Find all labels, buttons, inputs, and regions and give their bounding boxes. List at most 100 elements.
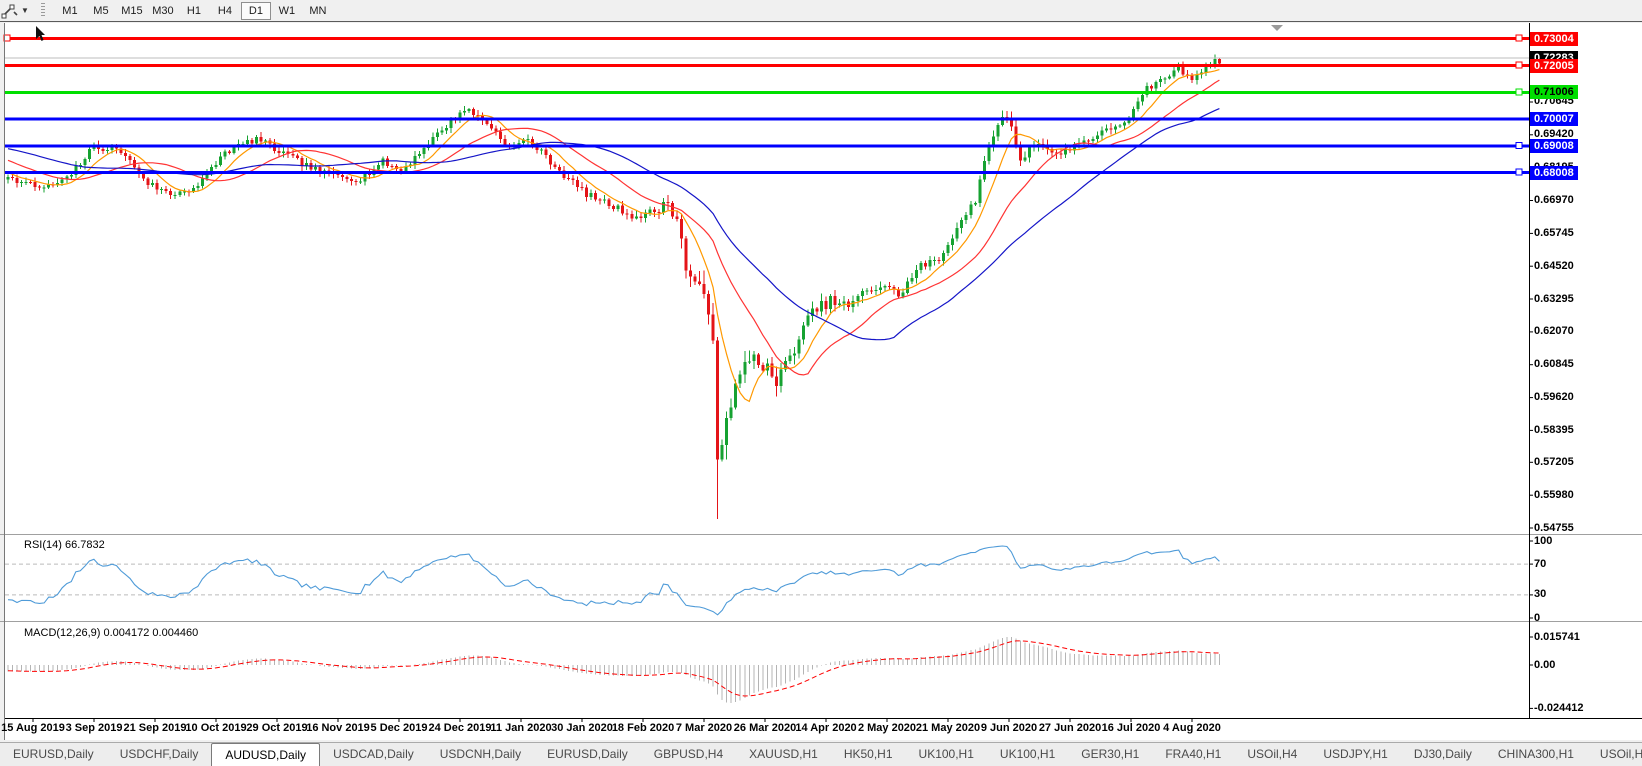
timeframe-toolbar: ▼ M1M5M15M30H1H4D1W1MN — [0, 0, 1642, 22]
timeframe-buttons: M1M5M15M30H1H4D1W1MN — [55, 2, 334, 20]
rsi-scale-label: 70 — [1534, 558, 1546, 571]
x-axis-label: 16 Nov 2019 — [306, 722, 370, 734]
line-handle[interactable] — [1516, 169, 1522, 175]
timeframe-button-h4[interactable]: H4 — [210, 2, 240, 20]
y-axis-tick-label: 0.64520 — [1534, 260, 1574, 273]
chevron-down-icon[interactable]: ▼ — [21, 6, 29, 15]
timeframe-button-m15[interactable]: M15 — [117, 2, 147, 20]
line-handle[interactable] — [4, 35, 10, 41]
macd-signal-line — [8, 641, 1219, 696]
x-axis-label: 21 May 2020 — [916, 722, 980, 734]
chart-background — [5, 23, 1642, 718]
y-axis-tick-label: 0.66970 — [1534, 194, 1574, 207]
tab-usoil-h1[interactable]: USOil,H1 — [1587, 743, 1642, 766]
price-line-badge: 0.71006 — [1530, 85, 1578, 99]
macd-scale-label: 0.00 — [1534, 659, 1555, 672]
x-axis-label: 29 Oct 2019 — [246, 722, 307, 734]
tab-hk50-h1[interactable]: HK50,H1 — [831, 743, 906, 766]
x-axis-label: 7 Mar 2020 — [676, 722, 732, 734]
y-axis-tick-label: 0.63295 — [1534, 293, 1574, 306]
tab-usoil-h4[interactable]: USOil,H4 — [1234, 743, 1310, 766]
x-axis-label: 24 Dec 2019 — [429, 722, 492, 734]
chart-shift-marker-icon[interactable] — [1271, 25, 1283, 31]
tab-usdcnh-daily[interactable]: USDCNH,Daily — [427, 743, 534, 766]
tab-eurusd-daily[interactable]: EURUSD,Daily — [0, 743, 107, 766]
macd-scale-label: -0.024412 — [1534, 702, 1584, 715]
macd-indicator-label: MACD(12,26,9) 0.004172 0.004460 — [24, 627, 198, 639]
chart-tab-bar: EURUSD,DailyUSDCHF,DailyAUDUSD,DailyUSDC… — [0, 742, 1642, 766]
toolbar-grip — [41, 3, 45, 18]
tab-usdjpy-h1[interactable]: USDJPY,H1 — [1310, 743, 1400, 766]
x-axis-label: 10 Oct 2019 — [185, 722, 246, 734]
x-axis-label: 11 Jan 2020 — [490, 722, 551, 734]
tab-audusd-daily[interactable]: AUDUSD,Daily — [211, 743, 320, 766]
candles — [7, 55, 1221, 519]
cursor-tool-icon[interactable] — [1, 3, 19, 19]
x-axis-label: 30 Jan 2020 — [551, 722, 613, 734]
rsi-scale-label: 30 — [1534, 588, 1546, 601]
rsi-scale-label: 100 — [1534, 535, 1552, 548]
tab-eurusd-daily[interactable]: EURUSD,Daily — [534, 743, 641, 766]
axis-overlay: 0.71870 0.70645 0.69420 0.68195 0.66970 0.657… — [0, 0, 1642, 766]
tab-ger30-h1[interactable]: GER30,H1 — [1068, 743, 1152, 766]
tab-usdchf-daily[interactable]: USDCHF,Daily — [107, 743, 212, 766]
y-axis-tick-label: 0.60845 — [1534, 358, 1574, 371]
ma-mid-line — [8, 80, 1219, 375]
x-axis-label: 27 Jun 2020 — [1039, 722, 1101, 734]
timeframe-button-w1[interactable]: W1 — [272, 2, 302, 20]
x-axis-label: 2 May 2020 — [858, 722, 916, 734]
y-axis-tick-label: 0.65745 — [1534, 227, 1574, 240]
line-handle[interactable] — [1516, 62, 1522, 68]
x-axis-label: 5 Dec 2019 — [371, 722, 428, 734]
y-axis-tick-label: 0.69420 — [1534, 128, 1574, 141]
x-axis-label: 26 Mar 2020 — [734, 722, 796, 734]
x-axis-label: 21 Sep 2019 — [124, 722, 187, 734]
ma-slow-line — [8, 109, 1219, 340]
timeframe-button-m5[interactable]: M5 — [86, 2, 116, 20]
trading-platform-window: ▼ M1M5M15M30H1H4D1W1MN AUDUSD,Daily0.721… — [0, 0, 1642, 766]
tab-gbpusd-h4[interactable]: GBPUSD,H4 — [641, 743, 736, 766]
timeframe-button-m1[interactable]: M1 — [55, 2, 85, 20]
timeframe-button-d1[interactable]: D1 — [241, 2, 271, 20]
y-axis-tick-label: 0.55980 — [1534, 489, 1574, 502]
tab-xauusd-h1[interactable]: XAUUSD,H1 — [736, 743, 831, 766]
y-axis-tick-label: 0.70645 — [1534, 95, 1574, 108]
x-axis-label: 18 Feb 2020 — [612, 722, 674, 734]
y-axis-tick-label: 0.54755 — [1534, 522, 1574, 535]
timeframe-button-m30[interactable]: M30 — [148, 2, 178, 20]
rsi-indicator-label: RSI(14) 66.7832 — [24, 539, 105, 551]
tab-dj30-daily[interactable]: DJ30,Daily — [1401, 743, 1485, 766]
tab-uk100-h1[interactable]: UK100,H1 — [906, 743, 987, 766]
price-line-badge: 0.68008 — [1530, 166, 1578, 180]
y-axis-tick-label: 0.59620 — [1534, 391, 1574, 404]
price-line-badge: 0.73004 — [1530, 32, 1578, 46]
time-axis-background — [5, 718, 1642, 740]
rsi-line — [8, 546, 1219, 615]
price-line-badge: 0.70007 — [1530, 112, 1578, 126]
line-handle[interactable] — [1516, 89, 1522, 95]
x-axis-label: 3 Sep 2019 — [66, 722, 123, 734]
timeframe-button-mn[interactable]: MN — [303, 2, 333, 20]
y-axis-tick-label: 0.71870 — [1534, 63, 1574, 76]
y-axis-tick-label: 0.58395 — [1534, 424, 1574, 437]
x-axis-label: 14 Apr 2020 — [795, 722, 856, 734]
y-axis-tick-label: 0.68195 — [1534, 161, 1574, 174]
line-handle[interactable] — [1516, 142, 1522, 148]
price-line-badge: 0.72005 — [1530, 59, 1578, 73]
tab-fra40-h1[interactable]: FRA40,H1 — [1152, 743, 1234, 766]
tab-usdcad-daily[interactable]: USDCAD,Daily — [320, 743, 427, 766]
x-axis-label: 9 Jun 2020 — [981, 722, 1037, 734]
y-axis-tick-label: 0.62070 — [1534, 325, 1574, 338]
tab-uk100-h1[interactable]: UK100,H1 — [987, 743, 1068, 766]
x-axis-label: 4 Aug 2020 — [1163, 722, 1221, 734]
line-handle[interactable] — [1516, 35, 1522, 41]
y-axis-tick-label: 0.57205 — [1534, 456, 1574, 469]
price-line-badge: 0.69008 — [1530, 139, 1578, 153]
x-axis-label: 16 Jul 2020 — [1102, 722, 1161, 734]
tab-china300-h1[interactable]: CHINA300,H1 — [1485, 743, 1587, 766]
chart-canvas[interactable] — [0, 0, 1642, 766]
timeframe-button-h1[interactable]: H1 — [179, 2, 209, 20]
macd-scale-label: 0.015741 — [1534, 631, 1580, 644]
x-axis-label: 15 Aug 2019 — [1, 722, 65, 734]
current-price-badge: 0.72283 — [1530, 51, 1578, 65]
